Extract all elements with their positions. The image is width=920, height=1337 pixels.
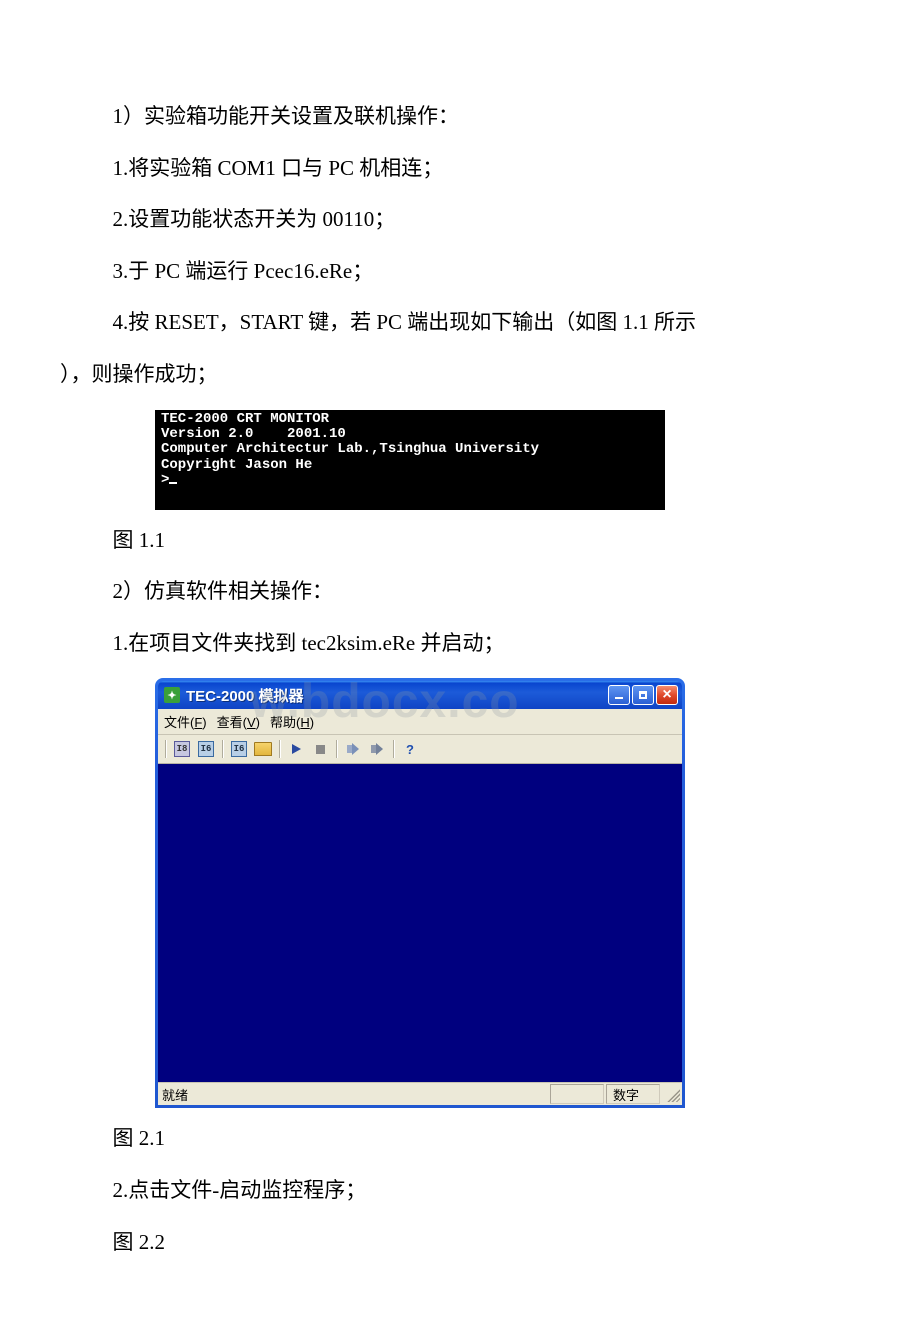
paragraph: 2.点击文件-启动监控程序； (60, 1174, 860, 1208)
play-icon (292, 744, 301, 754)
i16-icon: I6 (198, 741, 214, 757)
paragraph: 1.在项目文件夹找到 tec2ksim.eRe 并启动； (60, 627, 860, 661)
toolbar-step-button[interactable] (342, 738, 364, 760)
step-arrow-icon (347, 743, 359, 755)
help-icon: ? (403, 742, 417, 756)
status-bar: 就绪 数字 (158, 1082, 682, 1105)
paragraph: 2）仿真软件相关操作： (60, 575, 860, 609)
status-ready-text: 就绪 (162, 1085, 188, 1104)
window-controls (608, 685, 678, 705)
window-body: 文件(F) 查看(V) 帮助(H) I8 I6 I6 (158, 709, 682, 1105)
terminal-screenshot: TEC-2000 CRT MONITOR Version 2.0 2001.10… (155, 410, 665, 510)
toolbar-open-button[interactable] (252, 738, 274, 760)
resize-grip-icon[interactable] (664, 1086, 680, 1102)
toolbar-separator (336, 740, 337, 758)
paragraph: 2.设置功能状态开关为 00110； (60, 203, 860, 237)
toolbar-i8-button[interactable]: I8 (171, 738, 193, 760)
app-icon: ✦ (164, 687, 180, 703)
toolbar-separator (279, 740, 280, 758)
toolbar-run-button[interactable] (285, 738, 307, 760)
menu-view[interactable]: 查看(V) (217, 712, 260, 731)
status-pane-empty (550, 1084, 604, 1104)
toolbar: I8 I6 I6 ? (158, 735, 682, 764)
step-arrow-icon (371, 743, 383, 755)
stop-icon (316, 745, 325, 754)
window-title: TEC-2000 模拟器 (186, 685, 608, 706)
figure-caption: 图 2.1 (60, 1122, 860, 1156)
toolbar-i16-button[interactable]: I6 (195, 738, 217, 760)
minimize-button[interactable] (608, 685, 630, 705)
toolbar-step-into-button[interactable] (366, 738, 388, 760)
toolbar-i16-button-2[interactable]: I6 (228, 738, 250, 760)
i8-icon: I8 (174, 741, 190, 757)
menu-help[interactable]: 帮助(H) (270, 712, 314, 731)
document-page: 1）实验箱功能开关设置及联机操作： 1.将实验箱 COM1 口与 PC 机相连；… (0, 0, 920, 1337)
toolbar-separator (165, 740, 166, 758)
window-titlebar[interactable]: ✦ TEC-2000 模拟器 (158, 681, 682, 709)
paragraph: ），则操作成功； (60, 358, 860, 392)
paragraph: 3.于 PC 端运行 Pcec16.eRe； (60, 255, 860, 289)
paragraph: 1.将实验箱 COM1 口与 PC 机相连； (60, 152, 860, 186)
terminal-cursor (169, 482, 177, 484)
maximize-button[interactable] (632, 685, 654, 705)
paragraph: 1）实验箱功能开关设置及联机操作： (60, 100, 860, 134)
toolbar-separator (222, 740, 223, 758)
app-window: ✦ TEC-2000 模拟器 文件(F) 查看(V) 帮助(H) I8 I (155, 678, 685, 1108)
terminal-line: > (161, 472, 169, 488)
menu-bar: 文件(F) 查看(V) 帮助(H) (158, 709, 682, 735)
i16-icon: I6 (231, 741, 247, 757)
client-area[interactable] (158, 764, 682, 1082)
folder-open-icon (254, 742, 272, 756)
status-pane-numlock: 数字 (606, 1084, 660, 1104)
toolbar-separator (393, 740, 394, 758)
terminal-line: Version 2.0 2001.10 (161, 426, 346, 442)
toolbar-stop-button[interactable] (309, 738, 331, 760)
toolbar-help-button[interactable]: ? (399, 738, 421, 760)
figure-caption: 图 1.1 (60, 524, 860, 558)
menu-file[interactable]: 文件(F) (164, 712, 207, 731)
paragraph: 4.按 RESET，START 键，若 PC 端出现如下输出（如图 1.1 所示 (60, 306, 860, 340)
terminal-line: Computer Architectur Lab.,Tsinghua Unive… (161, 441, 539, 457)
close-button[interactable] (656, 685, 678, 705)
figure-caption: 图 2.2 (60, 1226, 860, 1260)
terminal-line: Copyright Jason He (161, 457, 312, 473)
terminal-line: TEC-2000 CRT MONITOR (161, 411, 329, 427)
